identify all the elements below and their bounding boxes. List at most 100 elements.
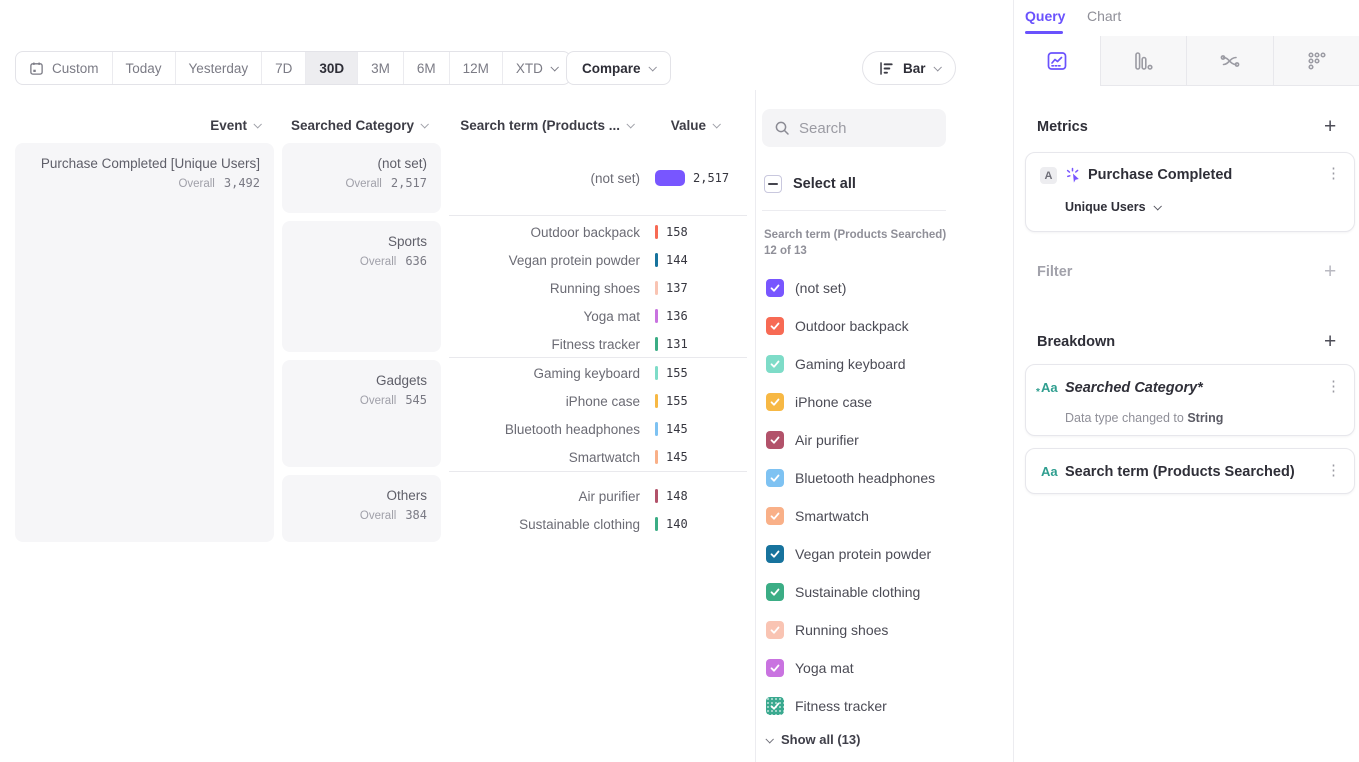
legend-search[interactable] [762, 109, 946, 147]
term-value: 155 [666, 394, 688, 408]
date-range-12m[interactable]: 12M [450, 52, 503, 84]
tab-flows[interactable] [1187, 36, 1274, 86]
checkbox[interactable] [766, 507, 784, 525]
check-icon [769, 510, 781, 522]
date-range-7d[interactable]: 7D [262, 52, 306, 84]
add-metric-button[interactable]: + [1324, 117, 1336, 137]
column-header-event[interactable]: Event [15, 116, 260, 134]
legend-item[interactable]: iPhone case [766, 392, 872, 412]
term-row[interactable]: Vegan protein powder 144 [449, 246, 749, 274]
term-row[interactable]: Bluetooth headphones 145 [449, 415, 749, 443]
term-value: 140 [666, 517, 688, 531]
funnels-icon [1131, 49, 1155, 73]
term-row[interactable]: iPhone case 155 [449, 387, 749, 415]
legend-item[interactable]: Vegan protein powder [766, 544, 931, 564]
tab-funnels[interactable] [1101, 36, 1188, 86]
legend-item[interactable]: Sustainable clothing [766, 582, 920, 602]
category-cell[interactable]: Others Overall384 [282, 475, 441, 542]
term-row[interactable]: Gaming keyboard 155 [449, 359, 749, 387]
term-value: 145 [666, 422, 688, 436]
legend-item[interactable]: Smartwatch [766, 506, 869, 526]
add-filter-button[interactable]: + [1324, 262, 1336, 282]
date-range-today[interactable]: Today [113, 52, 176, 84]
tab-query[interactable]: Query [1025, 8, 1065, 24]
date-range-30d[interactable]: 30D [306, 52, 358, 84]
checkbox[interactable] [766, 659, 784, 677]
value-bar [655, 489, 658, 503]
legend-item[interactable]: (not set) [766, 278, 846, 298]
term-row[interactable]: Running shoes 137 [449, 274, 749, 302]
report-type-tabs [1014, 36, 1359, 86]
category-cell[interactable]: Gadgets Overall545 [282, 360, 441, 467]
legend-item[interactable]: Fitness tracker [766, 696, 887, 716]
term-row[interactable]: Outdoor backpack 158 [449, 218, 749, 246]
term-value: 158 [666, 225, 688, 239]
metric-card[interactable]: A Purchase Completed ⋮ Unique Users [1025, 152, 1355, 232]
filter-heading: Filter [1037, 264, 1072, 280]
add-breakdown-button[interactable]: + [1324, 332, 1336, 352]
checkbox[interactable] [766, 393, 784, 411]
term-row[interactable]: Sustainable clothing 140 [449, 510, 749, 538]
legend-item[interactable]: Yoga mat [766, 658, 854, 678]
column-header-value[interactable]: Value [647, 116, 719, 134]
select-all-checkbox[interactable] [764, 175, 782, 193]
breakdown-card[interactable]: Aa Search term (Products Searched) ⋮ [1025, 448, 1355, 494]
metrics-heading: Metrics [1037, 119, 1088, 135]
tab-retention[interactable] [1274, 36, 1359, 86]
legend-item[interactable]: Air purifier [766, 430, 859, 450]
checkbox[interactable] [766, 431, 784, 449]
date-range-3m[interactable]: 3M [358, 52, 404, 84]
term-row[interactable]: Smartwatch 145 [449, 443, 749, 471]
date-range-yesterday[interactable]: Yesterday [176, 52, 263, 84]
date-range-label: 7D [275, 61, 292, 76]
date-range-custom[interactable]: Custom [16, 52, 113, 84]
date-range-xtd[interactable]: XTD [503, 52, 570, 84]
select-all-row[interactable]: Select all [764, 174, 856, 194]
sidebar-divider [1013, 0, 1014, 762]
date-range-6m[interactable]: 6M [404, 52, 450, 84]
breakdown-menu-button[interactable]: ⋮ [1326, 464, 1341, 478]
event-cell[interactable]: Purchase Completed [Unique Users] Overal… [15, 143, 274, 542]
metric-menu-button[interactable]: ⋮ [1326, 167, 1341, 181]
legend-item[interactable]: Outdoor backpack [766, 316, 909, 336]
legend-item[interactable]: Running shoes [766, 620, 888, 640]
category-cell[interactable]: (not set) Overall2,517 [282, 143, 441, 213]
chevron-down-icon [933, 63, 941, 71]
category-name: Gadgets [282, 373, 427, 388]
term-label: Air purifier [449, 489, 640, 504]
value-bar [655, 281, 658, 295]
checkbox[interactable] [766, 317, 784, 335]
tab-chart[interactable]: Chart [1087, 8, 1121, 24]
checkbox[interactable] [766, 583, 784, 601]
term-row[interactable]: Yoga mat 136 [449, 302, 749, 330]
checkbox[interactable] [766, 355, 784, 373]
show-all-toggle[interactable]: Show all (13) [766, 732, 860, 747]
column-header-search-term[interactable]: Search term (Products ... [449, 116, 633, 134]
term-row[interactable]: Air purifier 148 [449, 482, 749, 510]
checkbox[interactable] [766, 469, 784, 487]
term-value: 2,517 [693, 171, 729, 185]
value-bar [655, 517, 658, 531]
term-row[interactable]: Fitness tracker 131 [449, 330, 749, 358]
checkbox[interactable] [766, 697, 784, 715]
breakdown-card[interactable]: Aa * Searched Category* ⋮ Data type chan… [1025, 364, 1355, 436]
term-row[interactable]: (not set) 2,517 [449, 164, 749, 192]
value-bar [655, 394, 658, 408]
checkbox[interactable] [766, 621, 784, 639]
check-icon [769, 396, 781, 408]
legend-item[interactable]: Gaming keyboard [766, 354, 906, 374]
checkbox[interactable] [766, 545, 784, 563]
overall-label: Overall [360, 256, 396, 268]
column-header-searched-category[interactable]: Searched Category [282, 116, 427, 134]
search-input[interactable] [799, 120, 929, 137]
show-all-label: Show all (13) [781, 732, 860, 747]
legend-item[interactable]: Bluetooth headphones [766, 468, 935, 488]
checkbox[interactable] [766, 279, 784, 297]
measure-dropdown[interactable]: Unique Users [1065, 200, 1160, 214]
compare-button[interactable]: Compare [566, 51, 671, 85]
breakdown-menu-button[interactable]: ⋮ [1326, 380, 1341, 394]
tab-insights[interactable] [1014, 36, 1101, 86]
chart-type-button[interactable]: Bar [862, 51, 956, 85]
overall-value: 384 [405, 508, 427, 522]
category-cell[interactable]: Sports Overall636 [282, 221, 441, 352]
